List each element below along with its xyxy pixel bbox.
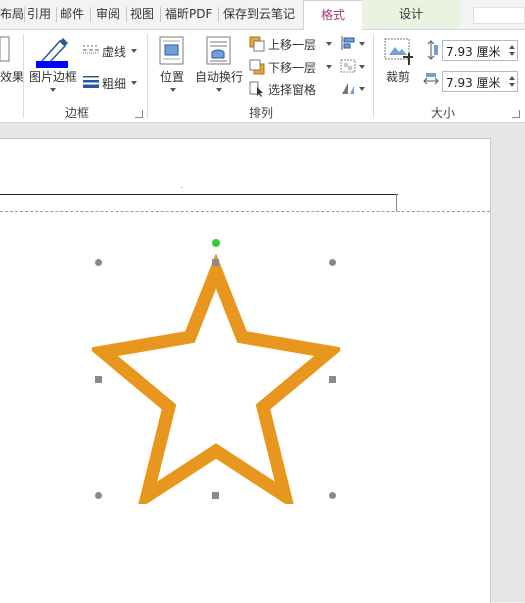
resize-handle-bottom-left[interactable]: [95, 492, 102, 499]
spin-down-icon[interactable]: [509, 52, 515, 56]
document-page[interactable]: [0, 138, 491, 603]
star-outline[interactable]: [92, 254, 340, 504]
ribbon-tab-bar: 布局 引用 邮件 审阅 视图 福昕PDF 保存到云笔记 格式 设计: [0, 0, 525, 31]
size-group-label: 大小: [430, 106, 455, 120]
resize-handle-right[interactable]: [329, 376, 336, 383]
weight-label[interactable]: 粗细: [102, 75, 126, 92]
tab-divider: [218, 7, 219, 22]
size-dialog-launcher[interactable]: [512, 110, 520, 118]
align-icon[interactable]: [340, 36, 356, 50]
position-label[interactable]: 位置: [160, 68, 184, 85]
tab-format[interactable]: 格式: [303, 0, 363, 31]
shape-width-input[interactable]: 7.93 厘米: [442, 71, 518, 92]
tab-layout[interactable]: 布局: [0, 0, 24, 29]
crop-icon[interactable]: [383, 37, 415, 67]
spin-down-icon[interactable]: [509, 83, 515, 87]
group-objects-icon[interactable]: [340, 59, 356, 73]
dropdown-arrow[interactable]: [359, 65, 365, 69]
resize-handle-left[interactable]: [95, 376, 102, 383]
dropdown-arrow[interactable]: [326, 65, 332, 69]
resize-handle-bottom[interactable]: [212, 492, 219, 499]
tab-references[interactable]: 引用: [27, 0, 51, 29]
resize-handle-top[interactable]: [212, 259, 219, 266]
group-divider: [373, 34, 374, 118]
picture-border-label[interactable]: 图片边框: [29, 68, 77, 85]
picture-effects-icon[interactable]: [0, 35, 12, 65]
cursor-mark: [181, 187, 183, 188]
rotate-icon[interactable]: [340, 81, 356, 95]
shape-width-icon: [423, 73, 439, 85]
ribbon-panel: 效果 图片边框 虚线 粗细 边框 位置 自动换行 上移一层 下移一层 选择窗格 …: [0, 30, 525, 123]
tab-divider: [126, 7, 127, 22]
dropdown-arrow[interactable]: [216, 88, 222, 92]
shape-width-value: 7.93 厘米: [446, 76, 501, 90]
group-divider: [147, 34, 148, 118]
border-dialog-launcher[interactable]: [135, 110, 143, 118]
border-group-label: 边框: [64, 106, 89, 120]
dropdown-arrow[interactable]: [50, 88, 56, 92]
tab-divider: [56, 7, 57, 22]
dropdown-arrow[interactable]: [131, 81, 137, 85]
dropdown-arrow[interactable]: [359, 42, 365, 46]
dashes-icon[interactable]: [82, 43, 100, 55]
send-backward-icon[interactable]: [249, 59, 265, 75]
bring-forward-label[interactable]: 上移一层: [268, 36, 316, 53]
tab-mailings[interactable]: 邮件: [60, 0, 84, 29]
wrap-text-icon[interactable]: [206, 36, 232, 66]
tell-me-search-box[interactable]: [473, 7, 525, 24]
crop-label[interactable]: 裁剪: [386, 68, 410, 85]
resize-handle-top-left[interactable]: [95, 259, 102, 266]
shape-height-value: 7.93 厘米: [446, 45, 501, 59]
tab-review[interactable]: 审阅: [96, 0, 120, 29]
picture-border-icon[interactable]: [34, 35, 70, 69]
weight-icon[interactable]: [82, 74, 100, 88]
dropdown-arrow[interactable]: [326, 42, 332, 46]
header-boundary: [0, 211, 490, 212]
shape-height-input[interactable]: 7.93 厘米: [442, 40, 518, 61]
arrange-group-label: 排列: [248, 106, 273, 120]
spin-up-icon[interactable]: [509, 45, 515, 49]
position-icon[interactable]: [159, 36, 185, 66]
tab-view[interactable]: 视图: [130, 0, 154, 29]
group-divider: [23, 34, 24, 118]
send-backward-label[interactable]: 下移一层: [268, 59, 316, 76]
star-shape[interactable]: [92, 254, 340, 504]
tab-foxit-pdf[interactable]: 福昕PDF: [165, 0, 212, 29]
picture-effects-label[interactable]: 效果: [0, 68, 24, 85]
dropdown-arrow[interactable]: [170, 88, 176, 92]
border-color-swatch: [36, 61, 68, 68]
dropdown-arrow[interactable]: [131, 49, 137, 53]
spin-up-icon[interactable]: [509, 76, 515, 80]
resize-handle-bottom-right[interactable]: [329, 492, 336, 499]
header-corner-mark: [396, 194, 397, 211]
tab-divider: [160, 7, 161, 22]
header-rule: [0, 194, 398, 195]
shape-height-icon: [427, 40, 438, 60]
selection-pane-icon[interactable]: [249, 81, 265, 97]
dropdown-arrow[interactable]: [359, 87, 365, 91]
rotate-handle[interactable]: [212, 239, 220, 247]
bring-forward-icon[interactable]: [249, 36, 265, 52]
tab-save-to-cloud-notes[interactable]: 保存到云笔记: [223, 0, 295, 29]
selection-pane-label[interactable]: 选择窗格: [268, 81, 316, 98]
resize-handle-top-right[interactable]: [329, 259, 336, 266]
wrap-text-label[interactable]: 自动换行: [195, 68, 243, 85]
tab-design[interactable]: 设计: [362, 0, 460, 29]
dashes-label[interactable]: 虚线: [102, 43, 126, 60]
tab-divider: [90, 7, 91, 22]
tab-divider: [24, 7, 25, 22]
